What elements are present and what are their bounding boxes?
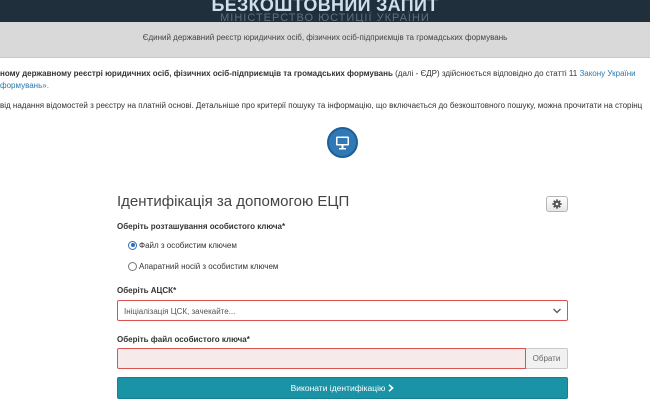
info-paragraph-line1b: формувань». bbox=[0, 81, 49, 90]
radio-hardware-key[interactable] bbox=[128, 261, 137, 271]
header-band: Єдиний державний реєстр юридичних осіб, … bbox=[0, 22, 650, 58]
submit-identification-button[interactable]: Виконати ідентифікацію bbox=[117, 377, 568, 399]
settings-button[interactable] bbox=[546, 196, 568, 212]
acsk-select[interactable]: Ініціалізація ЦСК, зачекайте... bbox=[117, 300, 568, 321]
radio-option-hardware[interactable]: Апаратний носій з особистим ключем bbox=[128, 261, 278, 271]
radio-file-key[interactable] bbox=[128, 240, 137, 250]
key-file-label: Оберіть файл особистого ключа* bbox=[117, 335, 250, 344]
radio-file-label: Файл з особистим ключем bbox=[139, 240, 237, 250]
page-title: БЕЗКОШТОВНИЙ ЗАПИТ bbox=[211, 0, 439, 15]
radio-hardware-label: Апаратний носій з особистим ключем bbox=[139, 261, 279, 271]
info-normal-text: (далі - ЄДР) здійснюється відповідно до … bbox=[392, 69, 580, 78]
info-bold-text: ному державному реєстрі юридичних осіб, … bbox=[0, 69, 393, 78]
monitor-icon bbox=[327, 127, 358, 158]
chevron-down-icon bbox=[553, 308, 561, 314]
registry-subtitle: Єдиний державний реєстр юридичних осіб, … bbox=[142, 33, 508, 42]
key-file-input[interactable] bbox=[117, 348, 526, 369]
acsk-select-value: Ініціалізація ЦСК, зачекайте... bbox=[124, 307, 236, 316]
info-paragraph-line2: від надання відомостей з реєстру на плат… bbox=[0, 101, 643, 110]
top-banner: МІНІСТЕРСТВО ЮСТИЦІЇ УКРАЇНИ БЕЗКОШТОВНИ… bbox=[0, 0, 650, 22]
chevron-right-icon bbox=[388, 384, 395, 392]
form-title: Ідентифікація за допомогою ЕЦП bbox=[117, 193, 350, 210]
law-link-continuation[interactable]: формувань». bbox=[0, 81, 49, 90]
law-link[interactable]: Закону України bbox=[579, 69, 635, 78]
browse-button[interactable]: Обрати bbox=[526, 348, 568, 369]
key-location-label: Оберіть розташування особистого ключа* bbox=[117, 222, 286, 231]
submit-label: Виконати ідентифікацію bbox=[290, 383, 386, 393]
radio-option-file[interactable]: Файл з особистим ключем bbox=[128, 240, 237, 250]
gear-icon bbox=[552, 199, 562, 209]
info-paragraph-line1: ному державному реєстрі юридичних осіб, … bbox=[0, 69, 636, 78]
acsk-label: Оберіть АЦСК* bbox=[117, 286, 177, 295]
